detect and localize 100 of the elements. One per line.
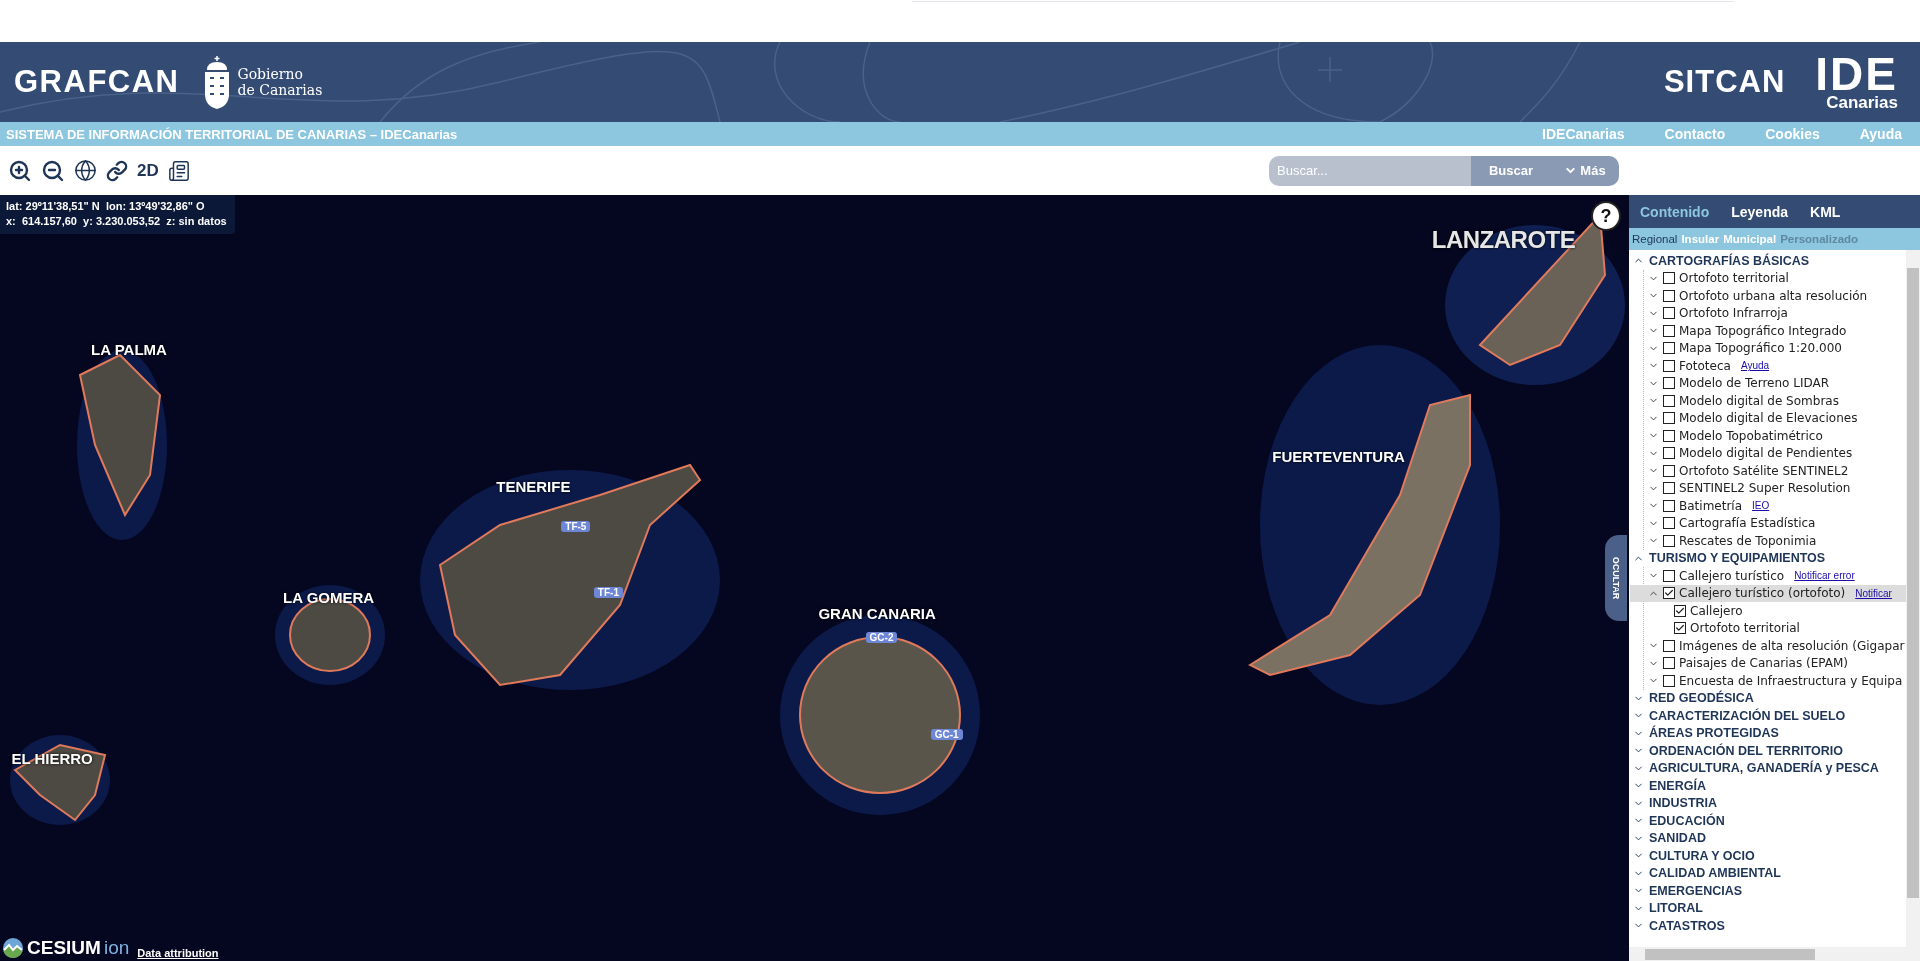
- scrollbar[interactable]: [1906, 250, 1920, 947]
- mountain-logo-icon: [2, 937, 24, 959]
- checkbox[interactable]: [1663, 517, 1675, 530]
- island-label: EL HIERRO: [11, 750, 93, 768]
- panel-tab[interactable]: Contenido: [1640, 203, 1710, 220]
- layer-row[interactable]: Encuesta de Infraestructura y Equipa: [1630, 672, 1906, 690]
- layer-group[interactable]: CALIDAD AMBIENTAL: [1629, 864, 1781, 882]
- layer-row[interactable]: Mapa Topográfico Integrado: [1630, 322, 1906, 340]
- layer-link[interactable]: Notificar error: [1794, 570, 1855, 582]
- cesium-logo-text: ion: [103, 937, 130, 959]
- checkbox[interactable]: [1663, 412, 1675, 425]
- newspaper-icon[interactable]: [167, 159, 190, 182]
- layer-row[interactable]: Batimetría IEO: [1630, 497, 1906, 515]
- island-label: FUERTEVENTURA: [1272, 447, 1405, 465]
- layer-name: Modelo de Terreno LIDAR: [1679, 376, 1829, 391]
- panel-tab[interactable]: KML: [1810, 203, 1841, 220]
- checkbox[interactable]: [1663, 569, 1675, 582]
- layer-link[interactable]: Ayuda: [1740, 360, 1770, 372]
- layer-row[interactable]: Callejero turístico (ortofoto) Notificar: [1630, 584, 1906, 602]
- layer-name: Ortofoto territorial: [1690, 621, 1800, 636]
- layer-group[interactable]: CATASTROS: [1629, 917, 1725, 935]
- layer-name: Callejero: [1690, 603, 1743, 618]
- panel-tab[interactable]: Leyenda: [1731, 203, 1789, 220]
- layer-link[interactable]: IEO: [1752, 500, 1770, 512]
- checkbox[interactable]: [1663, 324, 1675, 337]
- layer-group[interactable]: CULTURA Y OCIO: [1629, 847, 1755, 865]
- layer-row[interactable]: Ortofoto Infrarroja: [1630, 304, 1906, 322]
- layer-group[interactable]: ÁREAS PROTEGIDAS: [1629, 724, 1779, 742]
- layer-row[interactable]: Imágenes de alta resolución (Gigapar: [1630, 637, 1906, 655]
- government-name: de Canarias: [237, 82, 323, 98]
- hide-panel-tab[interactable]: OCULTAR: [1605, 535, 1627, 621]
- checkbox[interactable]: [1663, 429, 1675, 442]
- island-label: GRAN CANARIA: [818, 604, 936, 622]
- layer-name: Modelo digital de Pendientes: [1679, 446, 1853, 461]
- view-mode-button[interactable]: 2D: [137, 160, 159, 181]
- zoom-in-icon[interactable]: [8, 158, 32, 183]
- layer-row[interactable]: Modelo digital de Pendientes: [1630, 444, 1906, 462]
- layer-group[interactable]: LITORAL: [1629, 899, 1703, 917]
- data-attribution-link[interactable]: Data attribution: [137, 947, 219, 959]
- help-button[interactable]: ?: [1591, 201, 1621, 231]
- layer-row[interactable]: Modelo digital de Sombras: [1630, 392, 1906, 410]
- layer-row[interactable]: Fototeca Ayuda: [1630, 357, 1906, 375]
- layer-row[interactable]: SENTINEL2 Super Resolution: [1630, 479, 1906, 497]
- layer-name: Imágenes de alta resolución (Gigapar: [1679, 638, 1905, 653]
- layer-group[interactable]: ENERGÍA: [1629, 777, 1706, 795]
- layer-group[interactable]: ORDENACIÓN DEL TERRITORIO: [1629, 742, 1843, 760]
- checkbox[interactable]: [1663, 534, 1675, 547]
- checkbox[interactable]: [1663, 639, 1675, 652]
- layer-name: Ortofoto territorial: [1679, 271, 1789, 286]
- layer-name: Encuesta de Infraestructura y Equipa: [1679, 673, 1903, 688]
- layer-group[interactable]: RED GEODÉSICA: [1629, 689, 1754, 707]
- checkbox[interactable]: [1663, 587, 1675, 600]
- search-field[interactable]: Buscar...: [1269, 155, 1471, 186]
- checkbox[interactable]: [1663, 394, 1675, 407]
- scope-tab[interactable]: Regional: [1632, 233, 1678, 245]
- layer-row[interactable]: Ortofoto Satélite SENTINEL2: [1630, 462, 1906, 480]
- checkbox[interactable]: [1663, 482, 1675, 495]
- checkbox[interactable]: [1674, 622, 1686, 635]
- layer-group[interactable]: CARACTERIZACIÓN DEL SUELO: [1629, 707, 1846, 725]
- checkbox[interactable]: [1663, 657, 1675, 670]
- checkbox[interactable]: [1663, 289, 1675, 302]
- layer-group[interactable]: EDUCACIÓN: [1629, 812, 1725, 830]
- layer-row[interactable]: Rescates de Toponimia: [1630, 532, 1906, 550]
- layer-group[interactable]: TURISMO Y EQUIPAMIENTOS: [1629, 549, 1826, 567]
- layer-row[interactable]: Paisajes de Canarias (EPAM): [1630, 654, 1906, 672]
- layer-row[interactable]: Modelo digital de Elevaciones: [1630, 409, 1906, 427]
- satellite-map[interactable]: [0, 195, 1627, 961]
- island-label: LA PALMA: [91, 340, 167, 358]
- layer-name: Callejero turístico (ortofoto): [1679, 586, 1846, 601]
- layer-group[interactable]: EMERGENCIAS: [1629, 882, 1743, 900]
- globe-icon[interactable]: [74, 159, 97, 182]
- zoom-out-icon[interactable]: [41, 158, 65, 183]
- layer-group[interactable]: INDUSTRIA: [1629, 794, 1718, 812]
- layer-row[interactable]: Modelo de Terreno LIDAR: [1630, 374, 1906, 392]
- layer-row[interactable]: Mapa Topográfico 1:20.000: [1630, 339, 1906, 357]
- layer-group[interactable]: CARTOGRAFÍAS BÁSICAS: [1629, 252, 1810, 270]
- layer-row[interactable]: Ortofoto urbana alta resolución: [1630, 287, 1906, 305]
- island-label: TENERIFE: [496, 478, 571, 496]
- scrollbar[interactable]: [1629, 947, 1920, 961]
- checkbox[interactable]: [1663, 307, 1675, 320]
- checkbox[interactable]: [1663, 377, 1675, 390]
- road-shield: GC-2: [865, 631, 898, 643]
- checkbox[interactable]: [1663, 499, 1675, 512]
- layer-group[interactable]: AGRICULTURA, GANADERÍA y PESCA: [1629, 759, 1879, 777]
- layer-row[interactable]: Callejero turístico Notificar error: [1630, 567, 1906, 585]
- layer-row[interactable]: Modelo Topobatimétrico: [1630, 427, 1906, 445]
- road-shield: TF-1: [593, 587, 623, 599]
- checkbox[interactable]: [1674, 604, 1686, 617]
- link-icon[interactable]: [106, 159, 128, 182]
- layer-row[interactable]: Cartografía Estadística: [1630, 514, 1906, 532]
- checkbox[interactable]: [1663, 464, 1675, 477]
- layer-row[interactable]: Ortofoto territorial: [1630, 269, 1906, 287]
- checkbox[interactable]: [1663, 447, 1675, 460]
- checkbox[interactable]: [1663, 342, 1675, 355]
- checkbox[interactable]: [1663, 674, 1675, 687]
- checkbox[interactable]: [1663, 359, 1675, 372]
- layer-group[interactable]: SANIDAD: [1629, 829, 1706, 847]
- cesium-logo-text: CESIUM: [27, 937, 101, 959]
- layer-link[interactable]: Notificar: [1855, 587, 1892, 599]
- checkbox[interactable]: [1663, 272, 1675, 285]
